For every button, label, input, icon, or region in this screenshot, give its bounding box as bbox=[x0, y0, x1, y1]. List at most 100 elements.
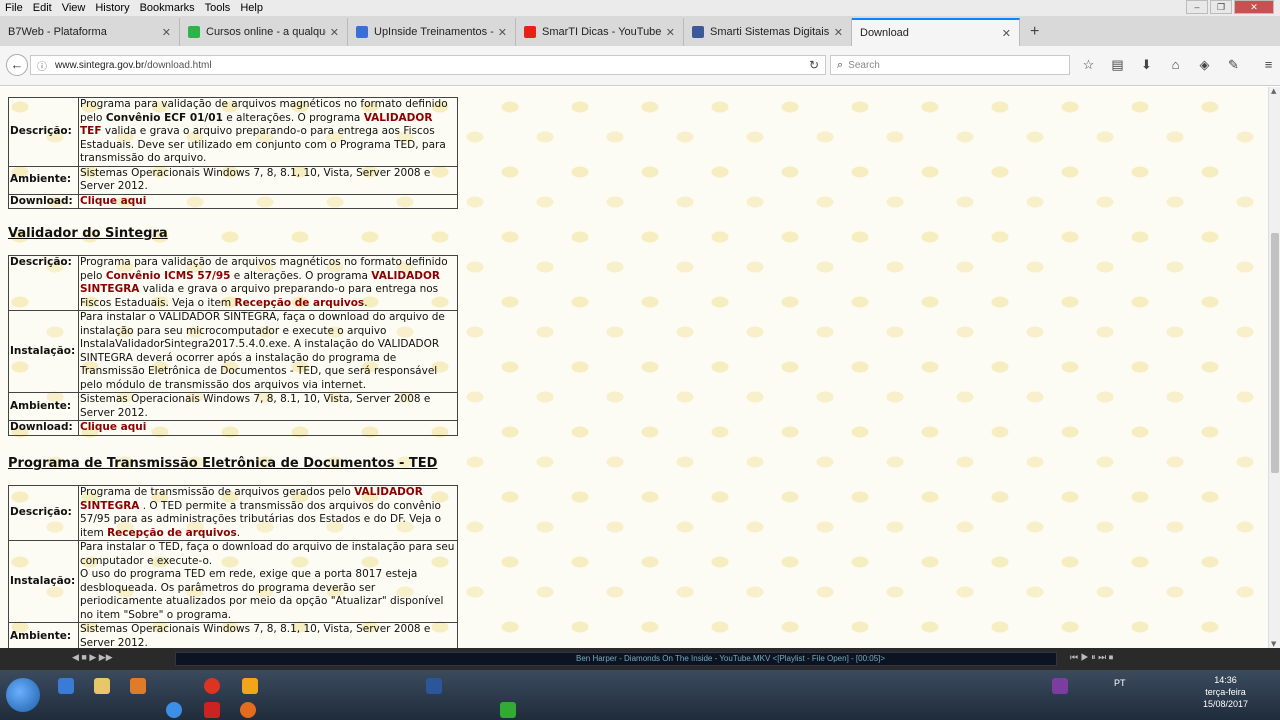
home-icon[interactable]: ⌂ bbox=[1165, 56, 1186, 74]
recepcao-link[interactable]: Recepção de arquivos bbox=[107, 527, 237, 539]
pocket-icon[interactable]: ◈ bbox=[1194, 56, 1215, 74]
new-tab-button[interactable]: + bbox=[1020, 18, 1049, 46]
table-row: Descrição: Programa de transmissão de ar… bbox=[8, 485, 458, 541]
opera-icon[interactable] bbox=[204, 678, 220, 694]
youtube-icon bbox=[524, 26, 536, 38]
description-label: Descrição: bbox=[8, 485, 79, 541]
reload-icon[interactable]: ↻ bbox=[809, 58, 819, 72]
clock-date: 15/08/2017 bbox=[1202, 699, 1248, 709]
media-controls-icon[interactable]: ◀ ■ ▶ ▶▶ bbox=[72, 652, 113, 663]
environment-value: Sistemas Operacionais Windows 7, 8, 8.1,… bbox=[78, 165, 458, 195]
menu-file[interactable]: File bbox=[0, 2, 28, 14]
download-link[interactable]: Clique aqui bbox=[80, 195, 146, 207]
scroll-down-icon[interactable]: ▼ bbox=[1271, 640, 1276, 648]
section-title-ted: Programa de Transmissão Eletrônica de Do… bbox=[8, 456, 438, 471]
environment-value: Sistemas Operacionais Windows 7, 8, 8.1,… bbox=[78, 392, 458, 421]
vertical-scrollbar[interactable]: ▲ ▼ bbox=[1268, 87, 1280, 648]
search-bar[interactable]: ⌕ Search bbox=[830, 55, 1070, 75]
url-bar[interactable]: ⓘ www.sintegra.gov.br/download.html ↻ bbox=[30, 55, 826, 75]
taskbar: PT 14:36 terça-feira 15/08/2017 bbox=[0, 670, 1280, 720]
facebook-icon bbox=[692, 26, 704, 38]
installation-value: Para instalar o TED, faça o download do … bbox=[78, 540, 458, 623]
search-placeholder: Search bbox=[848, 59, 880, 71]
filezilla-icon[interactable] bbox=[204, 702, 220, 718]
info-icon[interactable]: ⓘ bbox=[37, 58, 47, 73]
extension-icon[interactable]: ✎ bbox=[1223, 56, 1244, 74]
tab-smarti[interactable]: Smarti Sistemas Digitais ✕ bbox=[684, 18, 852, 46]
tab-label: Cursos online - a qualquer hora bbox=[206, 26, 326, 38]
folder-icon[interactable] bbox=[94, 678, 110, 694]
environment-label: Ambiente: bbox=[8, 622, 79, 648]
table-row: Instalação: Para instalar o TED, faça o … bbox=[8, 540, 458, 623]
tab-b7web[interactable]: B7Web - Plataforma ✕ bbox=[0, 18, 180, 46]
firefox-icon[interactable] bbox=[240, 702, 256, 718]
onenote-icon[interactable] bbox=[1052, 678, 1068, 694]
downloads-icon[interactable]: ⬇ bbox=[1136, 56, 1157, 74]
tab-download[interactable]: Download ✕ bbox=[852, 18, 1020, 46]
media-track-display[interactable]: Ben Harper - Diamonds On The Inside - Yo… bbox=[175, 652, 1057, 666]
description-label: Descrição: bbox=[8, 97, 79, 167]
playback-buttons-icon[interactable]: ⏮ ▶ ⏸ ⏭ ⏹ bbox=[1070, 652, 1113, 663]
menu-bookmarks[interactable]: Bookmarks bbox=[135, 2, 200, 14]
clock-day: terça-feira bbox=[1205, 687, 1246, 697]
url-host: www.sintegra.gov.br bbox=[55, 59, 145, 71]
validador-table: Descrição: Programa para validação de ar… bbox=[8, 255, 458, 436]
back-button[interactable]: ← bbox=[6, 54, 28, 76]
close-window-button[interactable]: ✕ bbox=[1234, 0, 1274, 14]
menu-help[interactable]: Help bbox=[235, 2, 268, 14]
description-value: Programa para validação de arquivos magn… bbox=[78, 97, 458, 167]
hamburger-menu-icon[interactable]: ≡ bbox=[1258, 56, 1279, 74]
close-tab-icon[interactable]: ✕ bbox=[498, 26, 507, 39]
window-controls: – ❐ ✕ bbox=[1186, 0, 1274, 14]
installation-value: Para instalar o VALIDADOR SINTEGRA, faça… bbox=[78, 310, 458, 393]
page-content: Descrição: Programa para validação de ar… bbox=[0, 87, 1268, 648]
tab-cursos-online[interactable]: Cursos online - a qualquer hora ✕ bbox=[180, 18, 348, 46]
app-icon[interactable] bbox=[500, 702, 516, 718]
table-row: Ambiente: Sistemas Operacionais Windows … bbox=[8, 392, 458, 421]
tab-label: Smarti Sistemas Digitais bbox=[710, 26, 830, 38]
menu-view[interactable]: View bbox=[57, 2, 91, 14]
recepcao-link[interactable]: Recepção de arquivos bbox=[234, 297, 364, 309]
download-link[interactable]: Clique aqui bbox=[80, 421, 146, 433]
maximize-button[interactable]: ❐ bbox=[1210, 0, 1232, 14]
close-tab-icon[interactable]: ✕ bbox=[162, 26, 171, 39]
app-icon[interactable] bbox=[242, 678, 258, 694]
table-row: Ambiente: Sistemas Operacionais Windows … bbox=[8, 622, 458, 648]
table-row: Descrição: Programa para validação de ar… bbox=[8, 97, 458, 167]
clock-time: 14:36 bbox=[1214, 675, 1237, 685]
app-icon[interactable] bbox=[130, 678, 146, 694]
scrollbar-thumb[interactable] bbox=[1271, 233, 1279, 473]
close-tab-icon[interactable]: ✕ bbox=[330, 26, 339, 39]
upinside-icon bbox=[356, 26, 368, 38]
ecf-table: Descrição: Programa para validação de ar… bbox=[8, 97, 458, 209]
ie-icon[interactable] bbox=[58, 678, 74, 694]
installation-label: Instalação: bbox=[8, 540, 79, 623]
bookmark-star-icon[interactable]: ☆ bbox=[1078, 56, 1099, 74]
menu-tools[interactable]: Tools bbox=[200, 2, 236, 14]
tab-label: SmarTI Dicas - YouTube bbox=[542, 26, 662, 38]
table-row: Descrição: Programa para validação de ar… bbox=[8, 255, 458, 311]
language-indicator[interactable]: PT bbox=[1114, 678, 1126, 688]
convenio-link[interactable]: Convênio ICMS 57/95 bbox=[106, 270, 231, 282]
close-tab-icon[interactable]: ✕ bbox=[834, 26, 843, 39]
start-button-icon[interactable] bbox=[6, 678, 40, 712]
tab-youtube[interactable]: SmarTI Dicas - YouTube ✕ bbox=[516, 18, 684, 46]
installation-label: Instalação: bbox=[8, 310, 79, 393]
menu-edit[interactable]: Edit bbox=[28, 2, 57, 14]
close-tab-icon[interactable]: ✕ bbox=[666, 26, 675, 39]
menu-history[interactable]: History bbox=[90, 2, 134, 14]
chrome-icon[interactable] bbox=[166, 702, 182, 718]
search-icon: ⌕ bbox=[837, 58, 844, 71]
tab-label: UpInside Treinamentos - Me bbox=[374, 26, 494, 38]
minimize-button[interactable]: – bbox=[1186, 0, 1208, 14]
ted-table: Descrição: Programa de transmissão de ar… bbox=[8, 485, 458, 648]
tab-strip: B7Web - Plataforma ✕ Cursos online - a q… bbox=[0, 16, 1280, 46]
table-row: Download: Clique aqui bbox=[8, 193, 458, 209]
description-label: Descrição: bbox=[8, 255, 79, 311]
clock[interactable]: 14:36 terça-feira 15/08/2017 bbox=[1203, 674, 1248, 710]
close-tab-icon[interactable]: ✕ bbox=[1002, 27, 1011, 40]
tab-upinside[interactable]: UpInside Treinamentos - Me ✕ bbox=[348, 18, 516, 46]
scroll-up-icon[interactable]: ▲ bbox=[1271, 87, 1276, 95]
word-icon[interactable] bbox=[426, 678, 442, 694]
reading-list-icon[interactable]: ▤ bbox=[1107, 56, 1128, 74]
